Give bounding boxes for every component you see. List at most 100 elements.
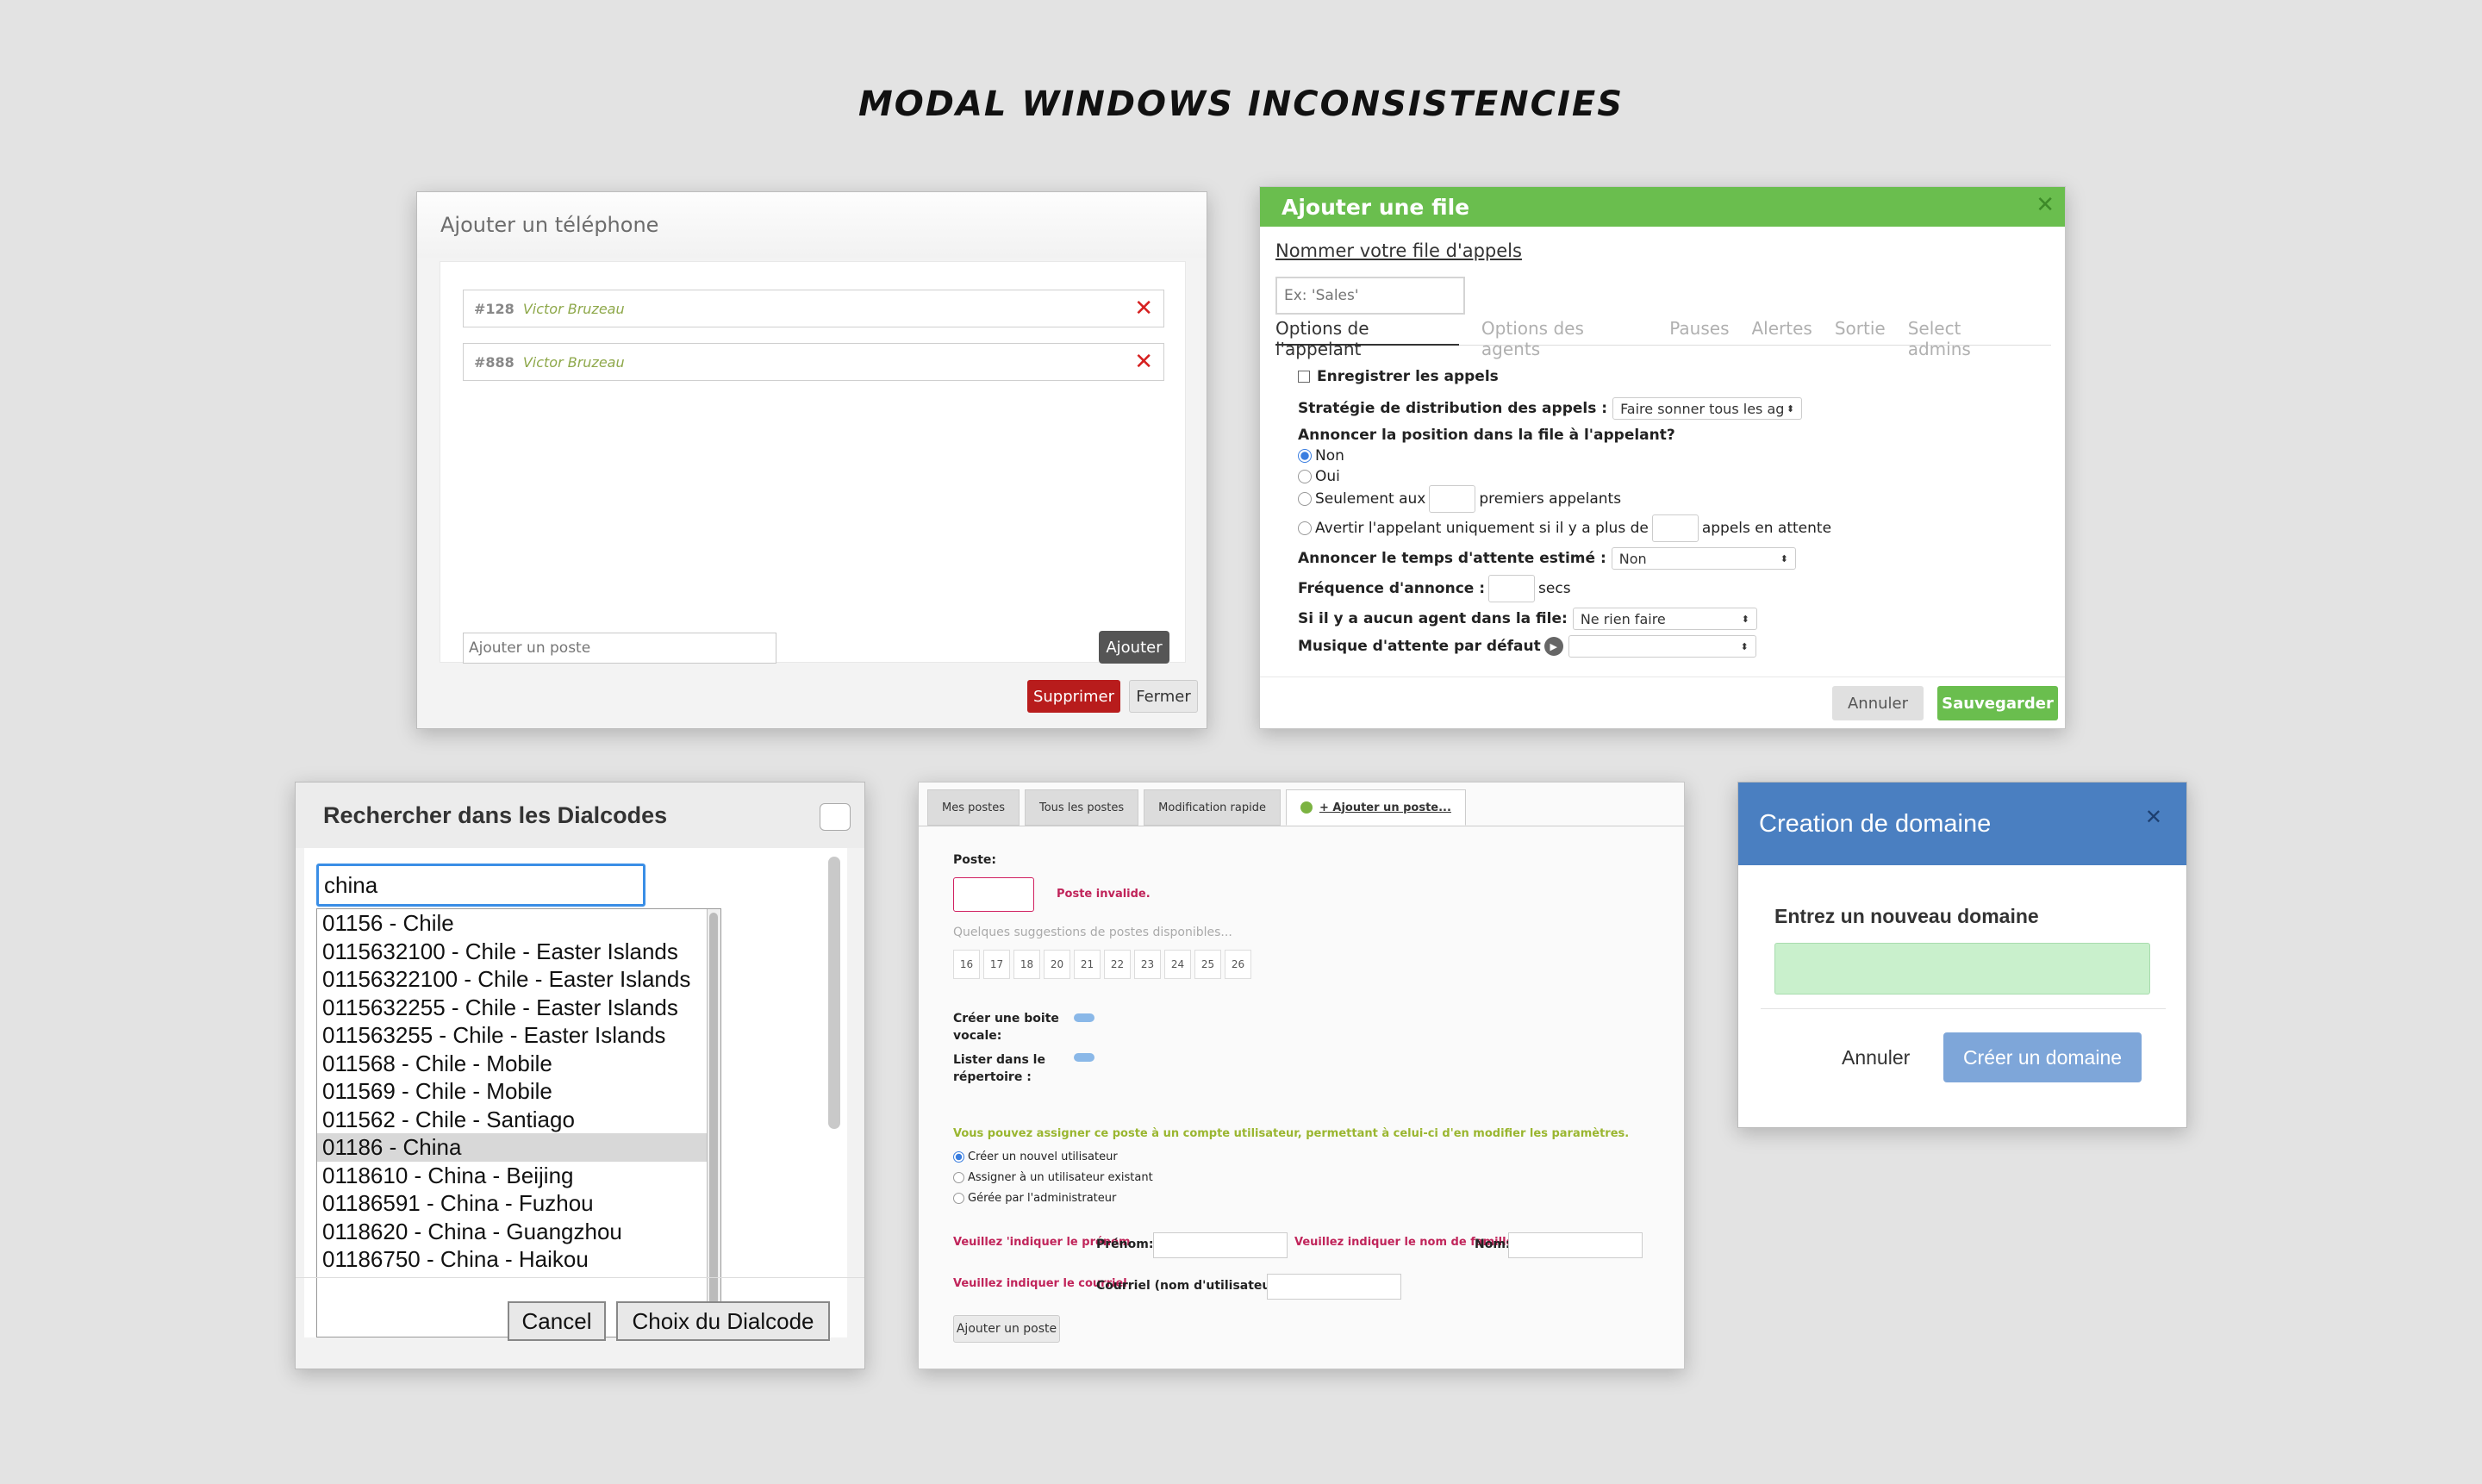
email-input[interactable] (1267, 1274, 1401, 1300)
tab-exit[interactable]: Sortie (1835, 318, 1886, 345)
close-icon[interactable]: ✕ (2036, 192, 2055, 218)
remove-icon[interactable]: ✕ (1134, 351, 1153, 373)
dialcode-item[interactable]: 0115632100 - Chile - Easter Islands (317, 938, 720, 966)
option-label: Non (1315, 447, 1344, 465)
dialcode-search-input[interactable]: china (316, 864, 645, 907)
dialcode-item[interactable]: 011569 - Chile - Mobile (317, 1077, 720, 1106)
dialcode-item[interactable]: 01156 - Chile (317, 909, 720, 938)
option-label: Avertir l'appelant uniquement si il y a … (1315, 520, 1649, 537)
scroll-thumb[interactable] (709, 913, 718, 1335)
record-calls-label: Enregistrer les appels (1317, 368, 1499, 385)
tab-alerts[interactable]: Alertes (1752, 318, 1812, 345)
assign-option[interactable]: Assigner à un utilisateur existant (953, 1170, 1153, 1184)
assign-option[interactable]: Créer un nouvel utilisateur (953, 1150, 1118, 1163)
lastname-input[interactable] (1508, 1232, 1643, 1258)
dialcode-item[interactable]: 011563255 - Chile - Easter Islands (317, 1021, 720, 1050)
option-label: Assigner à un utilisateur existant (968, 1171, 1153, 1184)
radio-icon[interactable] (1298, 449, 1312, 463)
no-agent-label: Si il y a aucun agent dans la file: (1298, 610, 1568, 627)
queue-name-input[interactable] (1275, 277, 1465, 315)
lastname-label: Nom: (1475, 1238, 1511, 1251)
dialcode-list[interactable]: 01156 - Chile 0115632100 - Chile - Easter… (316, 908, 721, 1337)
suggestion-chip[interactable]: 22 (1104, 950, 1131, 979)
tab-all-postes[interactable]: Tous les postes (1024, 789, 1139, 826)
modal-body: #128 Victor Bruzeau ✕ #888 Victor Bruzea… (440, 261, 1186, 664)
cancel-button[interactable]: Cancel (508, 1301, 606, 1341)
option-warn[interactable]: Avertir l'appelant uniquement si il y a … (1298, 514, 1831, 542)
list-scrollbar[interactable] (707, 909, 720, 1337)
no-agent-select[interactable]: Ne rien faire ⬍ (1572, 608, 1757, 630)
dialcode-item[interactable]: 0115632255 - Chile - Easter Islands (317, 994, 720, 1022)
phone-number: #888 (474, 353, 514, 371)
frequency-input[interactable] (1488, 575, 1536, 602)
voicemail-toggle[interactable] (1074, 1013, 1094, 1022)
body-scrollbar[interactable] (828, 857, 840, 1129)
option-non[interactable]: Non (1298, 447, 1344, 465)
option-oui[interactable]: Oui (1298, 468, 1340, 485)
tab-my-postes[interactable]: Mes postes (927, 789, 1020, 826)
suggestion-chip[interactable]: 17 (983, 950, 1010, 979)
wait-time-value: Non (1618, 550, 1647, 567)
tab-agent-options[interactable]: Options des agents (1481, 318, 1647, 359)
tab-quick-edit[interactable]: Modification rapide (1144, 789, 1281, 826)
wait-time-row: Annoncer le temps d'attente estimé : Non… (1298, 547, 1796, 570)
suggestion-chip[interactable]: 24 (1164, 950, 1191, 979)
dialcode-item[interactable]: 011568 - Chile - Mobile (317, 1050, 720, 1078)
remove-icon[interactable]: ✕ (1134, 297, 1153, 320)
radio-icon[interactable] (1298, 521, 1312, 535)
dialcode-item[interactable]: 011562 - Chile - Santiago (317, 1106, 720, 1134)
poste-error: Poste invalide. (1057, 888, 1151, 901)
radio-icon[interactable] (1298, 492, 1312, 506)
add-poste-input[interactable] (463, 633, 776, 664)
tab-select-admins[interactable]: Select admins (1908, 318, 2029, 359)
dialcode-item[interactable]: 0118610 - China - Beijing (317, 1162, 720, 1190)
suggestion-chip[interactable]: 26 (1225, 950, 1251, 979)
dialcode-item[interactable]: 01186591 - China - Fuzhou (317, 1189, 720, 1218)
record-calls-checkbox[interactable] (1298, 371, 1310, 383)
assign-option[interactable]: Gérée par l'administrateur (953, 1191, 1116, 1205)
firstname-input[interactable] (1153, 1232, 1288, 1258)
delete-button[interactable]: Supprimer (1027, 680, 1120, 713)
dialcode-item[interactable]: 01186750 - China - Haikou (317, 1245, 720, 1274)
suggestion-chip[interactable]: 20 (1044, 950, 1070, 979)
add-poste-button[interactable]: Ajouter un poste (953, 1315, 1060, 1343)
play-icon[interactable]: ▶ (1543, 637, 1563, 656)
directory-toggle[interactable] (1074, 1053, 1094, 1062)
suggestion-chip[interactable]: 18 (1013, 950, 1040, 979)
radio-icon[interactable] (953, 1192, 964, 1204)
tab-pauses[interactable]: Pauses (1669, 318, 1729, 345)
queue-name-link[interactable]: Nommer votre file d'appels (1275, 240, 1522, 261)
create-domain-button[interactable]: Créer un domaine (1943, 1032, 2142, 1082)
cancel-button[interactable]: Annuler (1832, 686, 1924, 720)
wait-time-select[interactable]: Non ⬍ (1611, 547, 1796, 570)
dialcode-item[interactable]: 01156322100 - Chile - Easter Islands (317, 965, 720, 994)
close-icon[interactable]: ✕ (2145, 805, 2162, 830)
option-only-first[interactable]: Seulement aux premiers appelants (1298, 485, 1621, 513)
add-button[interactable]: Ajouter (1099, 631, 1169, 664)
suggestion-chip[interactable]: 25 (1194, 950, 1221, 979)
select-arrow-icon: ⬍ (1740, 640, 1749, 652)
dialcode-item[interactable]: 0118620 - China - Guangzhou (317, 1218, 720, 1246)
cancel-button[interactable]: Annuler (1842, 1032, 1910, 1082)
choose-dialcode-button[interactable]: Choix du Dialcode (616, 1301, 830, 1341)
music-select[interactable]: ⬍ (1568, 635, 1756, 658)
domain-input[interactable] (1774, 943, 2150, 995)
radio-icon[interactable] (1298, 470, 1312, 483)
poste-input[interactable] (953, 877, 1034, 912)
modal-title: Ajouter un téléphone (417, 192, 1207, 258)
close-box-icon[interactable] (820, 803, 851, 831)
tab-caller-options[interactable]: Options de l'appelant (1275, 318, 1459, 359)
suggestion-chip[interactable]: 16 (953, 950, 980, 979)
dialcode-item[interactable]: 01186 - China (317, 1133, 720, 1162)
suggestion-chip[interactable]: 21 (1074, 950, 1101, 979)
radio-icon[interactable] (953, 1171, 964, 1183)
first-callers-input[interactable] (1429, 485, 1476, 513)
strategy-select[interactable]: Faire sonner tous les agents⬍ (1612, 397, 1803, 420)
radio-icon[interactable] (953, 1150, 964, 1163)
save-button[interactable]: Sauvegarder (1937, 686, 2058, 720)
domain-label: Entrez un nouveau domaine (1774, 905, 2039, 927)
close-button[interactable]: Fermer (1129, 680, 1198, 713)
waiting-calls-input[interactable] (1651, 514, 1699, 542)
suggestion-chip[interactable]: 23 (1134, 950, 1161, 979)
tab-add-poste[interactable]: + Ajouter un poste... (1285, 789, 1466, 826)
